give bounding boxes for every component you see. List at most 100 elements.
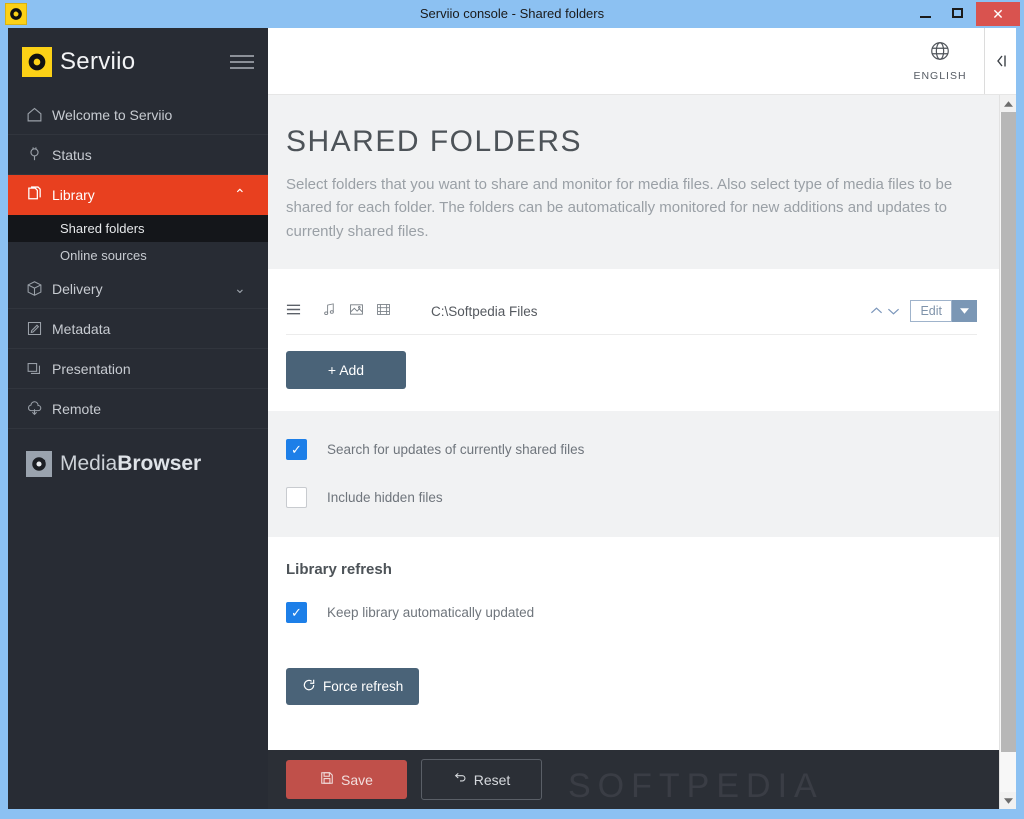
mediabrowser-label: MediaBrowser — [60, 452, 201, 476]
folder-path: C:\Softpedia Files — [431, 303, 538, 319]
shared-folders-list: C:\Softpedia Files Edit — [268, 268, 999, 335]
force-refresh-button[interactable]: Force refresh — [286, 667, 420, 705]
language-selector[interactable]: ENGLISH — [896, 28, 984, 94]
media-type-icons — [322, 302, 391, 320]
sidebar-label: Remote — [52, 400, 102, 417]
page-header: SHARED FOLDERS Select folders that you w… — [268, 95, 999, 269]
scroll-down-button[interactable] — [999, 792, 1016, 809]
serviio-brand-icon — [22, 46, 52, 77]
checkbox-keep-updated[interactable]: ✓ — [286, 602, 307, 624]
main-panel: ENGLISH SHARED FOLDERS Select folders th… — [268, 28, 1016, 809]
vertical-scrollbar[interactable] — [999, 95, 1016, 809]
scroll-area: SHARED FOLDERS Select folders that you w… — [268, 95, 1016, 809]
library-files-icon — [26, 186, 52, 203]
client-area: Serviio Welcome to Serviio Status Librar… — [8, 28, 1016, 809]
settings-content: SHARED FOLDERS Select folders that you w… — [268, 95, 999, 809]
windows-stack-icon — [26, 360, 52, 377]
sidebar-filler — [8, 477, 268, 809]
language-label: ENGLISH — [913, 70, 967, 82]
sidebar-sub-label: Shared folders — [60, 221, 145, 236]
close-button[interactable]: ✕ — [976, 2, 1020, 26]
edit-dropdown-toggle[interactable] — [952, 300, 977, 323]
checkbox-label: Keep library automatically updated — [327, 605, 535, 621]
checkbox-include-hidden[interactable] — [286, 487, 307, 509]
collapse-panel-button[interactable] — [984, 28, 1016, 94]
scrollbar-thumb[interactable] — [1000, 112, 1016, 752]
sidebar-item-online-sources[interactable]: Online sources — [8, 242, 268, 269]
sidebar: Serviio Welcome to Serviio Status Librar… — [8, 28, 268, 809]
window-controls: ✕ — [908, 0, 1024, 28]
save-label: Save — [341, 771, 373, 788]
page-title: SHARED FOLDERS — [286, 125, 583, 158]
table-row: C:\Softpedia Files Edit — [286, 289, 977, 335]
scrollbar-track[interactable] — [1000, 112, 1017, 792]
mediabrowser-label-bold: Browser — [117, 452, 202, 475]
refresh-icon — [302, 678, 316, 695]
image-icon[interactable] — [349, 302, 364, 320]
checkbox-search-updates[interactable]: ✓ — [286, 439, 307, 461]
maximize-button[interactable] — [942, 0, 972, 26]
add-folder-button[interactable]: + Add — [286, 350, 406, 389]
force-refresh-label: Force refresh — [323, 678, 404, 694]
music-note-icon[interactable] — [322, 302, 337, 320]
sidebar-item-delivery[interactable]: Delivery ⌄ — [8, 269, 268, 309]
globe-icon — [929, 40, 951, 67]
edit-button[interactable]: Edit — [910, 300, 952, 323]
add-folder-area: + Add — [268, 334, 999, 411]
option-row-keep-updated: ✓ Keep library automatically updated — [286, 600, 999, 626]
action-bar: Save Reset — [268, 750, 999, 809]
option-row-search-updates: ✓ Search for updates of currently shared… — [286, 437, 999, 463]
application-window: Serviio console - Shared folders ✕ Servi… — [0, 0, 1024, 819]
sidebar-brand: Serviio — [8, 28, 268, 95]
sidebar-item-library[interactable]: Library ⌃ — [8, 175, 268, 215]
drag-handle-icon[interactable] — [286, 303, 322, 319]
mediabrowser-label-light: Media — [60, 452, 118, 475]
mediabrowser-icon — [26, 451, 52, 477]
sidebar-item-status[interactable]: Status — [8, 135, 268, 175]
home-icon — [26, 106, 52, 123]
chevron-down-icon: ⌄ — [234, 280, 246, 296]
hamburger-icon[interactable] — [230, 51, 254, 73]
pencil-square-icon — [26, 320, 52, 337]
sidebar-label: Metadata — [52, 320, 111, 337]
library-refresh-section: Library refresh ✓ Keep library automatic… — [268, 536, 999, 705]
checkbox-label: Include hidden files — [327, 490, 443, 506]
sidebar-item-shared-folders[interactable]: Shared folders — [8, 215, 268, 242]
page-description: Select folders that you want to share an… — [286, 176, 953, 240]
save-button[interactable]: Save — [286, 760, 407, 799]
cloud-download-icon — [26, 400, 52, 417]
sidebar-item-metadata[interactable]: Metadata — [8, 309, 268, 349]
option-row-hidden-files: Include hidden files — [286, 485, 999, 511]
minimize-button[interactable] — [910, 0, 940, 26]
mediabrowser-logo: MediaBrowser — [8, 451, 268, 477]
floppy-disk-icon — [320, 771, 334, 788]
edit-split-button: Edit — [910, 300, 977, 323]
window-title: Serviio console - Shared folders — [419, 6, 605, 21]
plug-icon — [26, 146, 52, 163]
add-folder-label: Add — [339, 361, 365, 378]
chevron-up-icon[interactable] — [870, 304, 883, 319]
sidebar-label: Delivery — [52, 280, 103, 297]
undo-arrow-icon — [453, 771, 467, 788]
reset-label: Reset — [473, 771, 511, 788]
title-bar: Serviio console - Shared folders ✕ — [0, 0, 1024, 28]
sidebar-label: Status — [52, 146, 92, 163]
reset-button[interactable]: Reset — [421, 759, 542, 800]
sidebar-item-remote[interactable]: Remote — [8, 389, 268, 429]
sidebar-item-welcome[interactable]: Welcome to Serviio — [8, 95, 268, 135]
plus-icon: + — [327, 361, 337, 378]
chevron-down-icon[interactable] — [887, 304, 900, 319]
sidebar-label: Presentation — [52, 360, 131, 377]
checkbox-label: Search for updates of currently shared f… — [327, 442, 585, 458]
sidebar-brand-label: Serviio — [60, 47, 136, 75]
sidebar-label: Welcome to Serviio — [52, 106, 173, 123]
sidebar-sub-label: Online sources — [60, 248, 147, 263]
chevron-up-icon: ⌃ — [234, 186, 246, 202]
scroll-up-button[interactable] — [999, 95, 1016, 112]
film-strip-icon[interactable] — [376, 302, 391, 320]
top-bar: ENGLISH — [268, 28, 1016, 95]
serviio-logo-icon — [5, 3, 27, 25]
sidebar-item-presentation[interactable]: Presentation — [8, 349, 268, 389]
box-icon — [26, 280, 52, 297]
scan-options: ✓ Search for updates of currently shared… — [268, 410, 999, 537]
